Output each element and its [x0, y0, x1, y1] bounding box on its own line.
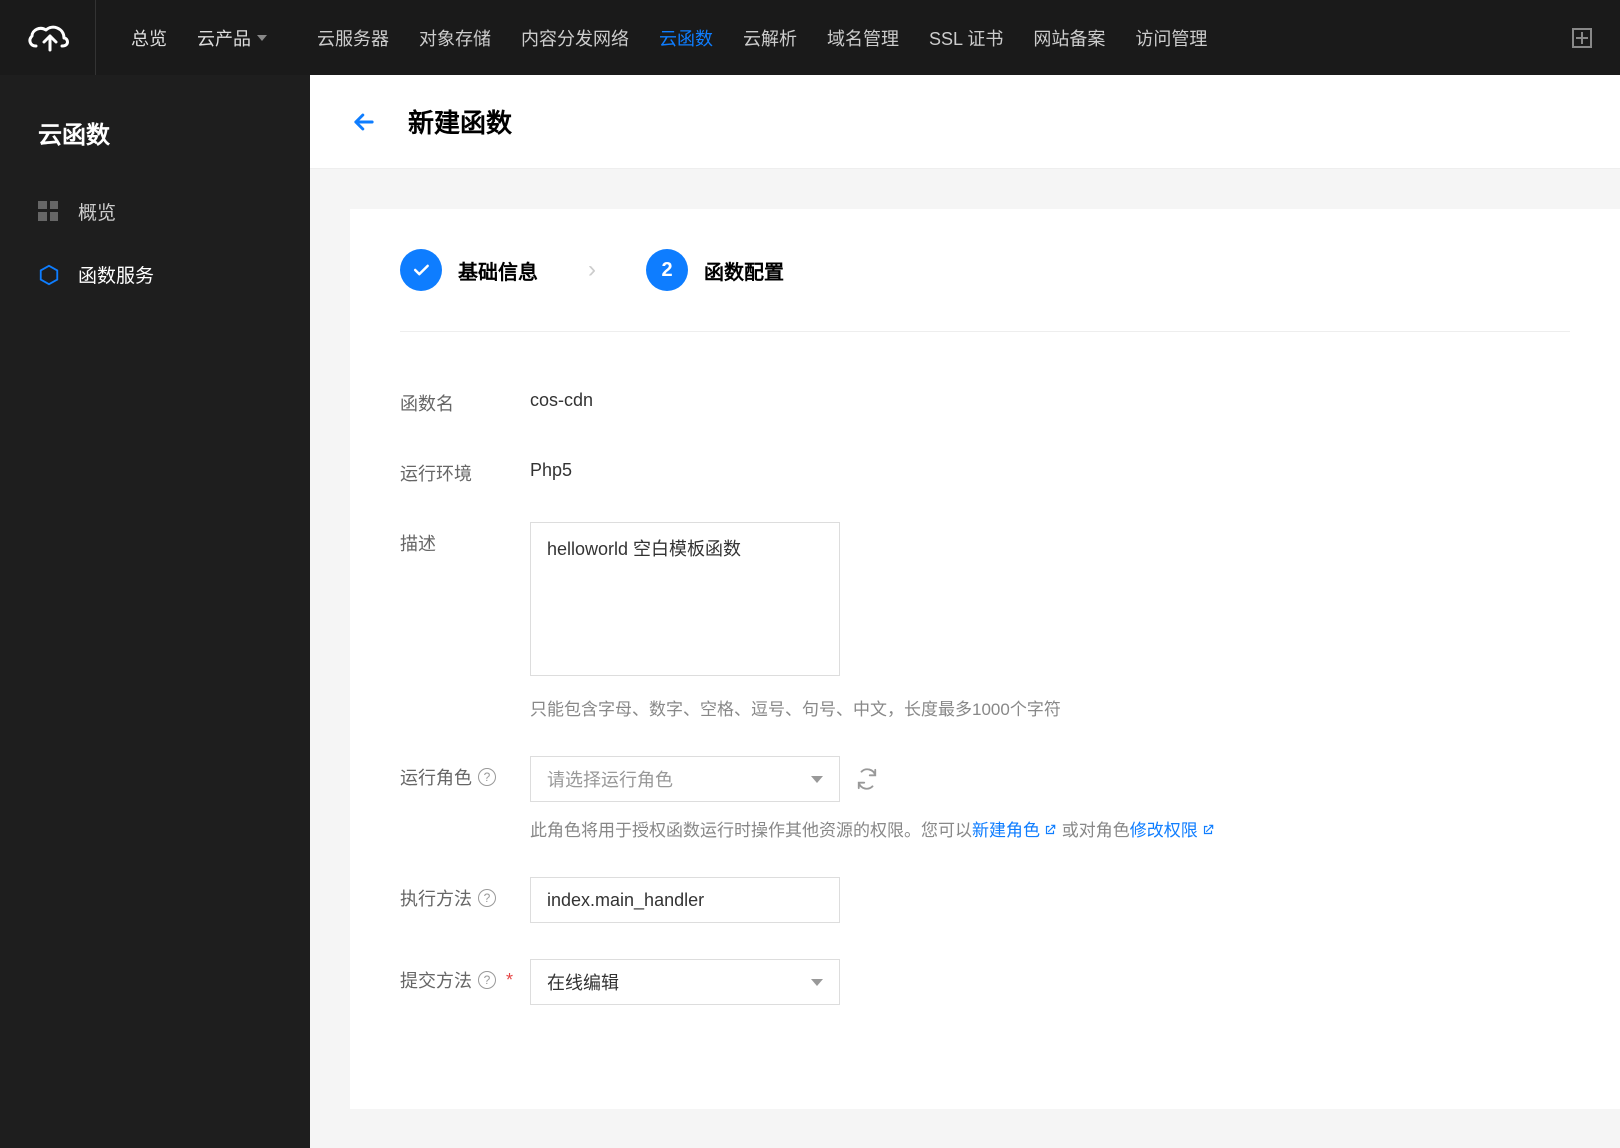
description-textarea[interactable] — [530, 522, 840, 676]
role-select[interactable]: 请选择运行角色 — [530, 756, 840, 802]
back-arrow-icon[interactable] — [350, 108, 378, 136]
chevron-down-icon — [257, 35, 267, 41]
top-bar: 总览 云产品 云服务器 对象存储 内容分发网络 云函数 云解析 域名管理 SSL… — [0, 0, 1620, 75]
nav-primary: 总览 云产品 — [96, 25, 267, 51]
role-select-placeholder: 请选择运行角色 — [547, 766, 673, 792]
step-divider-icon: › — [588, 256, 596, 284]
step-1[interactable]: 基础信息 — [400, 249, 538, 291]
nav-item-cam[interactable]: 访问管理 — [1135, 25, 1207, 51]
nav-secondary: 云服务器 对象存储 内容分发网络 云函数 云解析 域名管理 SSL 证书 网站备… — [317, 25, 1207, 51]
modify-permission-link[interactable]: 修改权限 — [1130, 821, 1215, 840]
row-role: 运行角色 ? 请选择运行角色 此角色将用于授权函数运行时操作其 — [400, 756, 1570, 841]
row-handler: 执行方法 ? — [400, 877, 1570, 923]
refresh-icon[interactable] — [856, 768, 878, 790]
nav-cloud-products-label: 云产品 — [197, 25, 251, 51]
sidebar-item-overview[interactable]: 概览 — [0, 180, 310, 243]
row-description: 描述 只能包含字母、数字、空格、逗号、句号、中文，长度最多1000个字符 — [400, 522, 1570, 720]
sidebar-item-function-service[interactable]: 函数服务 — [0, 243, 310, 306]
value-runtime: Php5 — [530, 452, 1570, 481]
help-icon[interactable]: ? — [478, 768, 496, 786]
check-icon — [411, 260, 431, 280]
label-function-name: 函数名 — [400, 382, 530, 416]
main-content: 新建函数 基础信息 › 2 函数配置 函数名 — [310, 75, 1620, 1148]
logo[interactable] — [0, 0, 96, 75]
nav-cloud-products[interactable]: 云产品 — [197, 25, 267, 51]
nav-item-icp[interactable]: 网站备案 — [1033, 25, 1105, 51]
sidebar-title: 云函数 — [0, 105, 310, 180]
label-description: 描述 — [400, 522, 530, 556]
description-help: 只能包含字母、数字、空格、逗号、句号、中文，长度最多1000个字符 — [530, 695, 1570, 720]
handler-input[interactable] — [530, 877, 840, 923]
label-handler: 执行方法 ? — [400, 877, 530, 911]
label-role: 运行角色 ? — [400, 756, 530, 790]
create-role-link[interactable]: 新建角色 — [972, 821, 1057, 840]
add-icon[interactable] — [1572, 28, 1592, 48]
nav-item-cvm[interactable]: 云服务器 — [317, 25, 389, 51]
row-submit-method: 提交方法 ? * 在线编辑 — [400, 959, 1570, 1005]
row-function-name: 函数名 cos-cdn — [400, 382, 1570, 416]
nav-overview-label: 总览 — [131, 25, 167, 51]
step-2-circle: 2 — [646, 249, 688, 291]
nav-item-cdn[interactable]: 内容分发网络 — [521, 25, 629, 51]
content-card: 基础信息 › 2 函数配置 函数名 cos-cdn 运行环境 Php5 描述 — [350, 209, 1620, 1109]
help-icon[interactable]: ? — [478, 889, 496, 907]
nav-item-domain[interactable]: 域名管理 — [827, 25, 899, 51]
chevron-down-icon — [811, 979, 823, 986]
row-runtime: 运行环境 Php5 — [400, 452, 1570, 486]
nav-actions — [1572, 28, 1620, 48]
grid-icon — [38, 201, 60, 223]
sidebar-item-label: 概览 — [78, 198, 116, 225]
required-indicator: * — [506, 970, 513, 991]
wizard-steps: 基础信息 › 2 函数配置 — [400, 249, 1570, 332]
external-link-icon — [1201, 823, 1215, 837]
page-title: 新建函数 — [408, 103, 512, 140]
value-function-name: cos-cdn — [530, 382, 1570, 411]
external-link-icon — [1043, 823, 1057, 837]
step-1-circle — [400, 249, 442, 291]
step-2-label: 函数配置 — [704, 256, 784, 285]
step-1-label: 基础信息 — [458, 256, 538, 285]
hexagon-icon — [38, 264, 60, 286]
step-2[interactable]: 2 函数配置 — [646, 249, 784, 291]
label-submit-method: 提交方法 ? * — [400, 959, 530, 993]
nav-overview[interactable]: 总览 — [131, 25, 167, 51]
submit-method-select[interactable]: 在线编辑 — [530, 959, 840, 1005]
nav-item-dns[interactable]: 云解析 — [743, 25, 797, 51]
sidebar: 云函数 概览 函数服务 — [0, 75, 310, 1148]
nav-item-scf[interactable]: 云函数 — [659, 25, 713, 51]
role-help: 此角色将用于授权函数运行时操作其他资源的权限。您可以新建角色 或对角色修改权限 — [530, 816, 1570, 841]
submit-method-value: 在线编辑 — [547, 969, 619, 995]
nav-item-ssl[interactable]: SSL 证书 — [929, 25, 1003, 51]
chevron-down-icon — [811, 776, 823, 783]
label-runtime: 运行环境 — [400, 452, 530, 486]
nav-item-cos[interactable]: 对象存储 — [419, 25, 491, 51]
help-icon[interactable]: ? — [478, 971, 496, 989]
cloud-logo-icon — [26, 22, 70, 54]
sidebar-item-label: 函数服务 — [78, 261, 154, 288]
page-header: 新建函数 — [310, 75, 1620, 169]
